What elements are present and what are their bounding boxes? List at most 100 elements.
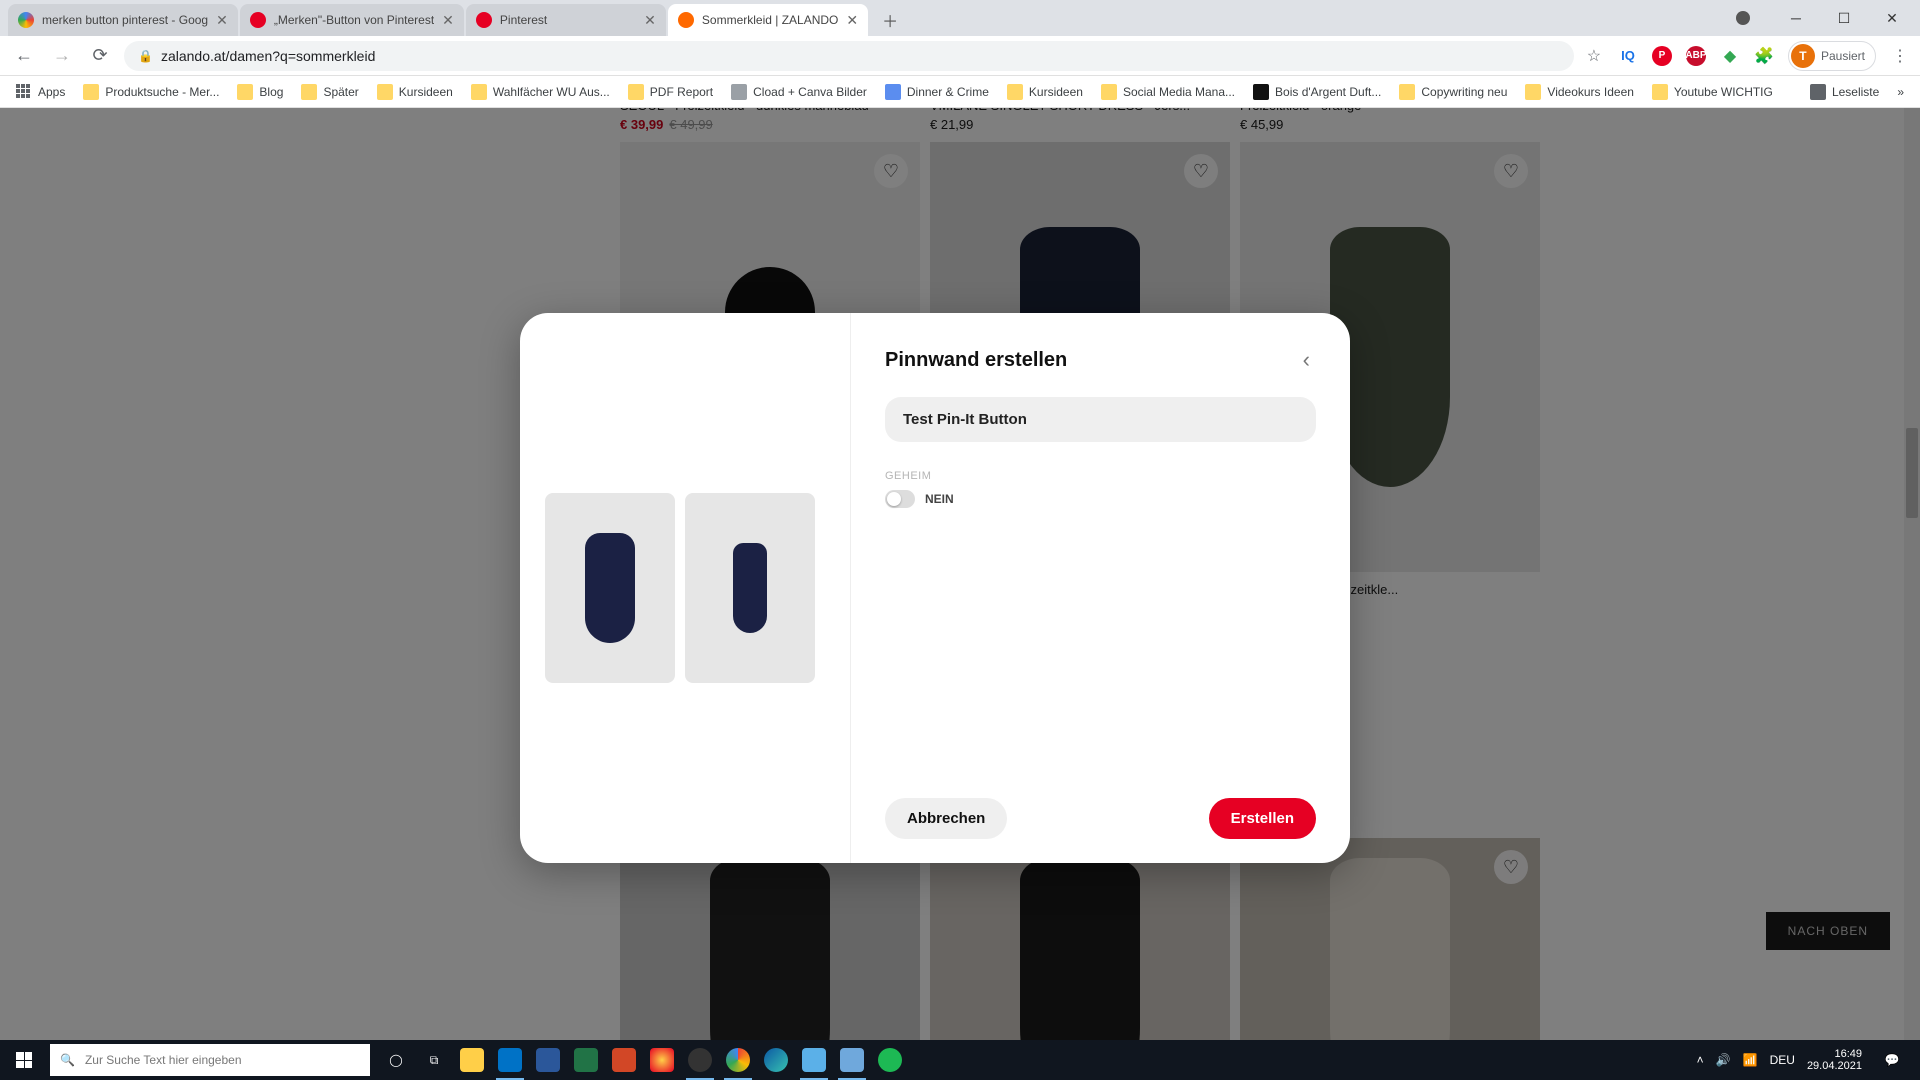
bookmark-item[interactable]: Wahlfächer WU Aus...	[465, 80, 616, 104]
bookmark-item[interactable]: Cload + Canva Bilder	[725, 80, 873, 104]
bookmark-item[interactable]: Copywriting neu	[1393, 80, 1513, 104]
folder-icon	[83, 84, 99, 100]
cancel-button[interactable]: Abbrechen	[885, 798, 1007, 839]
folder-icon	[377, 84, 393, 100]
browser-toolbar: ← → ⟳ 🔒 zalando.at/damen?q=sommerkleid ☆…	[0, 36, 1920, 76]
bookmark-item[interactable]: Blog	[231, 80, 289, 104]
page-viewport: SEOUL - Freizeitkleid - dunkles marinebl…	[0, 108, 1920, 1040]
tab-3-active[interactable]: Sommerkleid | ZALANDO ✕	[668, 4, 868, 36]
nav-reload-button[interactable]: ⟳	[86, 42, 114, 70]
bookmark-label: Wahlfächer WU Aus...	[493, 85, 610, 99]
task-app-icon[interactable]	[644, 1040, 680, 1080]
tray-date: 29.04.2021	[1807, 1060, 1862, 1072]
create-button[interactable]: Erstellen	[1209, 798, 1316, 839]
bookmark-item[interactable]: Youtube WICHTIG	[1646, 80, 1779, 104]
bookmark-label: PDF Report	[650, 85, 713, 99]
tab-1[interactable]: „Merken"-Button von Pinterest ✕	[240, 4, 464, 36]
bookmark-item[interactable]: Bois d'Argent Duft...	[1247, 80, 1387, 104]
window-maximize-button[interactable]: ☐	[1822, 3, 1866, 33]
bookmark-label: Kursideen	[1029, 85, 1083, 99]
bookmark-item[interactable]: Produktsuche - Mer...	[77, 80, 225, 104]
toggle-value: NEIN	[925, 492, 954, 506]
bookmark-item[interactable]: Später	[295, 80, 364, 104]
secret-toggle[interactable]: NEIN	[885, 490, 954, 508]
bookmark-overflow-chevron[interactable]: »	[1891, 81, 1910, 103]
tray-network-icon[interactable]: 📶	[1743, 1053, 1758, 1067]
bookmark-item[interactable]: Kursideen	[1001, 80, 1089, 104]
tab-0[interactable]: merken button pinterest - Goog ✕	[8, 4, 238, 36]
bookmark-item[interactable]: Dinner & Crime	[879, 80, 995, 104]
bookmark-label: Copywriting neu	[1421, 85, 1507, 99]
profile-status: Pausiert	[1821, 49, 1865, 63]
folder-icon	[1525, 84, 1541, 100]
extension-adblock-icon[interactable]: ABP	[1686, 46, 1706, 66]
task-wordpad-icon[interactable]	[834, 1040, 870, 1080]
address-bar[interactable]: 🔒 zalando.at/damen?q=sommerkleid	[124, 41, 1574, 71]
bookmark-label: Dinner & Crime	[907, 85, 989, 99]
tab-title: Pinterest	[500, 13, 636, 27]
tab-close-icon[interactable]: ✕	[216, 12, 228, 29]
tab-close-icon[interactable]: ✕	[644, 12, 656, 29]
system-tray: ˄ 🔊 📶 DEU 16:49 29.04.2021 💬	[1687, 1040, 1920, 1080]
tray-clock[interactable]: 16:49 29.04.2021	[1807, 1048, 1862, 1072]
page-icon	[1253, 84, 1269, 100]
tray-chevron-up-icon[interactable]: ˄	[1697, 1053, 1704, 1067]
tab-2[interactable]: Pinterest ✕	[466, 4, 666, 36]
bookmark-item[interactable]: Videokurs Ideen	[1519, 80, 1640, 104]
bookmarks-bar: Apps Produktsuche - Mer... Blog Später K…	[0, 76, 1920, 108]
window-minimize-button[interactable]: ─	[1774, 3, 1818, 33]
nav-back-button[interactable]: ←	[10, 42, 38, 70]
tab-close-icon[interactable]: ✕	[442, 12, 454, 29]
task-edge-icon[interactable]	[758, 1040, 794, 1080]
folder-icon	[1007, 84, 1023, 100]
bookmark-readlist[interactable]: Leseliste	[1804, 80, 1885, 104]
bookmark-apps[interactable]: Apps	[10, 80, 71, 104]
task-chrome-icon[interactable]	[720, 1040, 756, 1080]
windows-taskbar: 🔍 Zur Suche Text hier eingeben ◯ ⧉ ˄ 🔊 📶…	[0, 1040, 1920, 1080]
pin-thumbnail	[685, 493, 815, 683]
tray-notification-icon[interactable]: 💬	[1874, 1040, 1910, 1080]
task-word-icon[interactable]	[530, 1040, 566, 1080]
modal-back-icon[interactable]: ‹	[1297, 341, 1316, 379]
bookmark-label: Blog	[259, 85, 283, 99]
account-dot-icon[interactable]	[1736, 11, 1750, 25]
task-notepad-icon[interactable]	[796, 1040, 832, 1080]
tab-title: „Merken"-Button von Pinterest	[274, 13, 434, 27]
window-close-button[interactable]: ✕	[1870, 3, 1914, 33]
extension-iq-icon[interactable]: IQ	[1618, 46, 1638, 66]
favicon-google	[18, 12, 34, 28]
task-cortana-icon[interactable]: ◯	[378, 1040, 414, 1080]
folder-icon	[1399, 84, 1415, 100]
new-tab-button[interactable]: ＋	[876, 6, 904, 34]
task-powerpoint-icon[interactable]	[606, 1040, 642, 1080]
favicon-pinterest	[250, 12, 266, 28]
task-explorer-icon[interactable]	[454, 1040, 490, 1080]
bookmark-label: Cload + Canva Bilder	[753, 85, 867, 99]
chrome-menu-icon[interactable]: ⋮	[1890, 46, 1910, 66]
extensions-puzzle-icon[interactable]: 🧩	[1754, 46, 1774, 66]
pin-thumbnail	[545, 493, 675, 683]
extension-pinterest-icon[interactable]: P	[1652, 46, 1672, 66]
start-button[interactable]	[0, 1040, 48, 1080]
profile-chip[interactable]: T Pausiert	[1788, 41, 1876, 71]
bookmark-star-icon[interactable]: ☆	[1584, 46, 1604, 66]
folder-icon	[301, 84, 317, 100]
bookmark-item[interactable]: Kursideen	[371, 80, 459, 104]
tab-close-icon[interactable]: ✕	[846, 12, 858, 29]
task-taskview-icon[interactable]: ⧉	[416, 1040, 452, 1080]
task-obs-icon[interactable]	[682, 1040, 718, 1080]
nav-forward-button[interactable]: →	[48, 42, 76, 70]
folder-icon	[471, 84, 487, 100]
board-name-input[interactable]	[885, 397, 1316, 442]
task-mail-icon[interactable]	[492, 1040, 528, 1080]
task-spotify-icon[interactable]	[872, 1040, 908, 1080]
window-controls: ─ ☐ ✕	[1736, 0, 1920, 36]
bookmark-label: Youtube WICHTIG	[1674, 85, 1773, 99]
tray-volume-icon[interactable]: 🔊	[1716, 1053, 1731, 1067]
extension-generic-icon[interactable]: ◆	[1720, 46, 1740, 66]
task-excel-icon[interactable]	[568, 1040, 604, 1080]
bookmark-item[interactable]: Social Media Mana...	[1095, 80, 1241, 104]
tray-language[interactable]: DEU	[1770, 1053, 1795, 1067]
bookmark-item[interactable]: PDF Report	[622, 80, 719, 104]
taskbar-search[interactable]: 🔍 Zur Suche Text hier eingeben	[50, 1044, 370, 1076]
